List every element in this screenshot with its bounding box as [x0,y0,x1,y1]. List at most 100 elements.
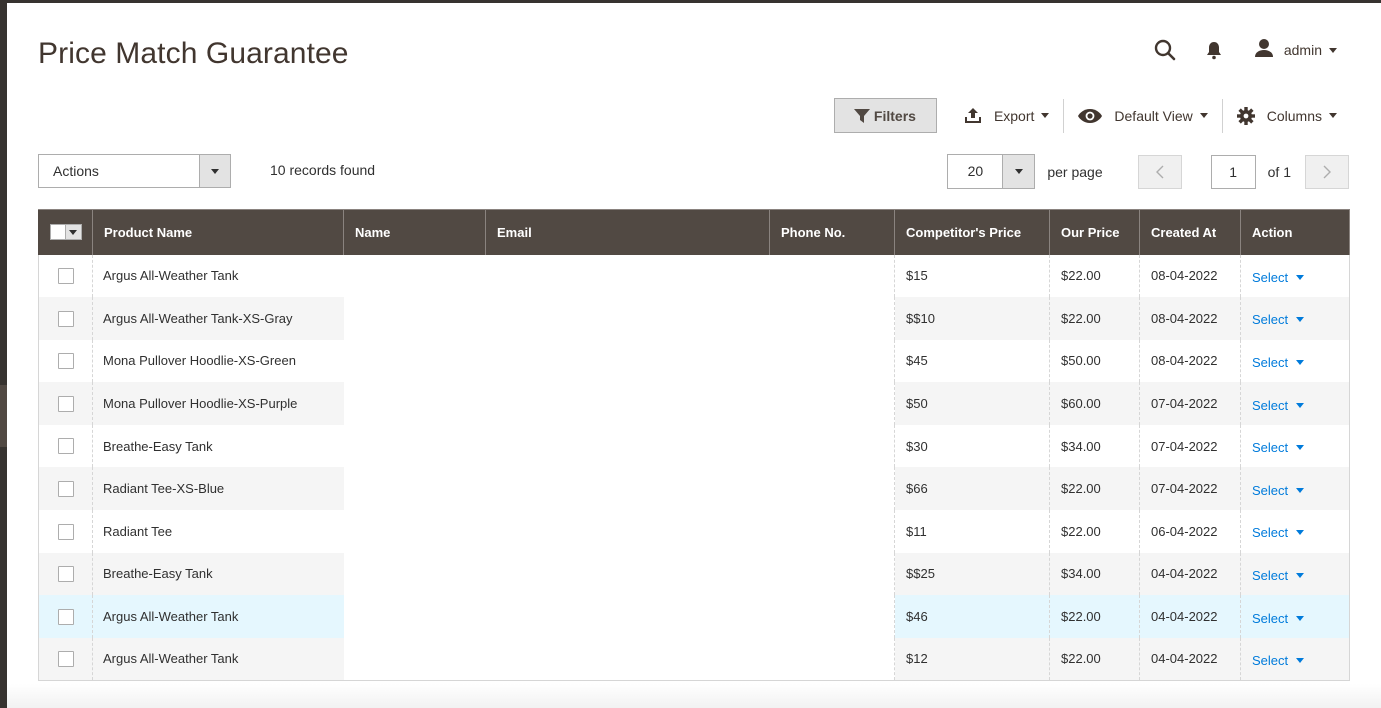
row-checkbox[interactable] [57,523,74,540]
row-action-select[interactable]: Select [1252,354,1305,370]
records-found: 10 records found [270,162,376,178]
row-action-select[interactable]: Select [1252,440,1305,455]
row-action-select[interactable]: Select [1252,611,1305,626]
name-cell [343,467,486,511]
competitor-price-cell: $$10 [894,297,1050,340]
created-at-cell: 08-04-2022 [1139,339,1241,383]
competitor-price-cell: $11 [894,510,1050,553]
email-cell [485,424,770,468]
next-page-button[interactable] [1305,154,1349,189]
column-header-phone[interactable]: Phone No. [769,209,895,255]
row-checkbox[interactable] [57,268,74,285]
current-page-input[interactable] [1210,154,1256,189]
row-checkbox[interactable] [57,481,74,498]
product-name-cell: Argus All-Weather Tank [92,637,344,681]
row-select-cell [38,339,93,383]
row-select-cell [38,637,93,681]
mass-actions-dropdown[interactable]: Actions [38,154,231,188]
row-checkbox[interactable] [57,438,74,455]
chevron-down-icon [211,168,219,174]
table-row[interactable]: Radiant Tee $11 $22.00 06-04-2022 Select [38,510,1350,553]
filters-label: Filters [873,107,916,124]
mass-select-checkbox[interactable] [49,224,82,241]
checkbox[interactable] [49,224,66,241]
name-cell [343,552,486,596]
column-header-our-price[interactable]: Our Price [1049,209,1140,255]
table-row[interactable]: Argus All-Weather Tank-XS-Gray $$10 $22.00… [38,297,1350,340]
per-page-dropdown[interactable]: 20 [947,154,1036,189]
chevron-down-icon [1296,615,1305,621]
created-at-cell: 04-04-2022 [1139,595,1241,638]
chevron-down-icon [1296,402,1305,408]
column-header-product-name[interactable]: Product Name [92,209,344,255]
row-select-cell [38,467,93,511]
chevron-down-icon [1296,530,1305,536]
table-row[interactable]: Radiant Tee-XS-Blue $66 $22.00 07-04-2022 Se… [38,467,1350,511]
product-name-cell: Breathe-Easy Tank [92,424,344,468]
row-checkbox[interactable] [57,608,74,625]
row-action-select[interactable]: Select [1252,568,1305,583]
user-icon [1254,38,1274,63]
row-checkbox[interactable] [57,566,74,583]
chevron-down-icon [1014,169,1023,174]
per-page-value: 20 [967,163,984,179]
row-checkbox[interactable] [57,353,74,370]
row-action-select[interactable]: Select [1252,525,1305,541]
mass-actions-label: Actions [53,163,99,179]
row-action-select[interactable]: Select [1252,483,1305,498]
column-header-competitor-price[interactable]: Competitor's Price [894,209,1050,255]
name-cell [343,254,486,298]
phone-cell [769,424,895,468]
select-label: Select [1252,354,1289,370]
column-header-created-at[interactable]: Created At [1139,209,1241,255]
column-header-name[interactable]: Name [343,209,486,255]
name-cell [343,510,486,553]
phone-cell [769,637,895,681]
table-row[interactable]: Breathe-Easy Tank $30 $34.00 07-04-2022 Sele… [38,424,1350,468]
our-price-cell: $50.00 [1049,339,1140,383]
email-cell [485,552,770,596]
table-row[interactable]: Mona Pullover Hoodlie-XS-Purple $50 $60.00… [38,382,1350,425]
row-action-select[interactable]: Select [1252,653,1305,668]
row-checkbox[interactable] [57,395,74,412]
table-row[interactable]: Argus All-Weather Tank $12 $22.00 04-04-202… [38,637,1350,681]
product-name-cell: Argus All-Weather Tank-XS-Gray [92,297,344,340]
column-header-email[interactable]: Email [485,209,770,255]
user-menu[interactable]: admin [1254,38,1337,63]
chevron-down-icon [1329,113,1337,118]
export-icon [964,107,981,123]
columns-button[interactable]: Columns [1223,98,1337,133]
view-switcher[interactable]: Default View [1064,98,1221,133]
mass-select-dropdown[interactable] [65,224,82,241]
email-cell [485,254,770,298]
bell-icon[interactable] [1206,41,1222,60]
export-button[interactable]: Export [950,98,1063,133]
previous-page-button[interactable] [1137,154,1182,189]
chevron-down-icon [1199,113,1208,118]
filters-button[interactable]: Filters [833,98,937,133]
search-icon[interactable] [1154,39,1176,61]
eye-icon [1078,108,1103,123]
row-action-select[interactable]: Select [1252,270,1305,285]
table-row[interactable]: Breathe-Easy Tank $$25 $34.00 04-04-2022 Sel… [38,552,1350,596]
columns-label: Columns [1266,107,1322,124]
name-cell [343,595,486,638]
phone-cell [769,297,895,340]
table-row[interactable]: Argus All-Weather Tank $46 $22.00 04-04-202… [38,595,1350,638]
row-action-select[interactable]: Select [1252,398,1305,413]
action-cell: Select [1240,552,1350,596]
chevron-down-icon [1296,445,1305,451]
select-label: Select [1252,525,1289,541]
row-action-select[interactable]: Select [1252,312,1305,327]
name-cell [343,339,486,383]
chevron-down-icon [1296,487,1305,493]
row-checkbox[interactable] [57,310,74,327]
page-footer-shadow [7,684,1381,708]
phone-cell [769,595,895,638]
window-top-frame [0,0,1381,3]
name-cell [343,637,486,681]
row-checkbox[interactable] [57,651,74,668]
table-row[interactable]: Mona Pullover Hoodlie-XS-Green $45 $50.00 0… [38,339,1350,383]
table-row[interactable]: Argus All-Weather Tank $15 $22.00 08-04-202… [38,254,1350,298]
email-cell [485,467,770,511]
